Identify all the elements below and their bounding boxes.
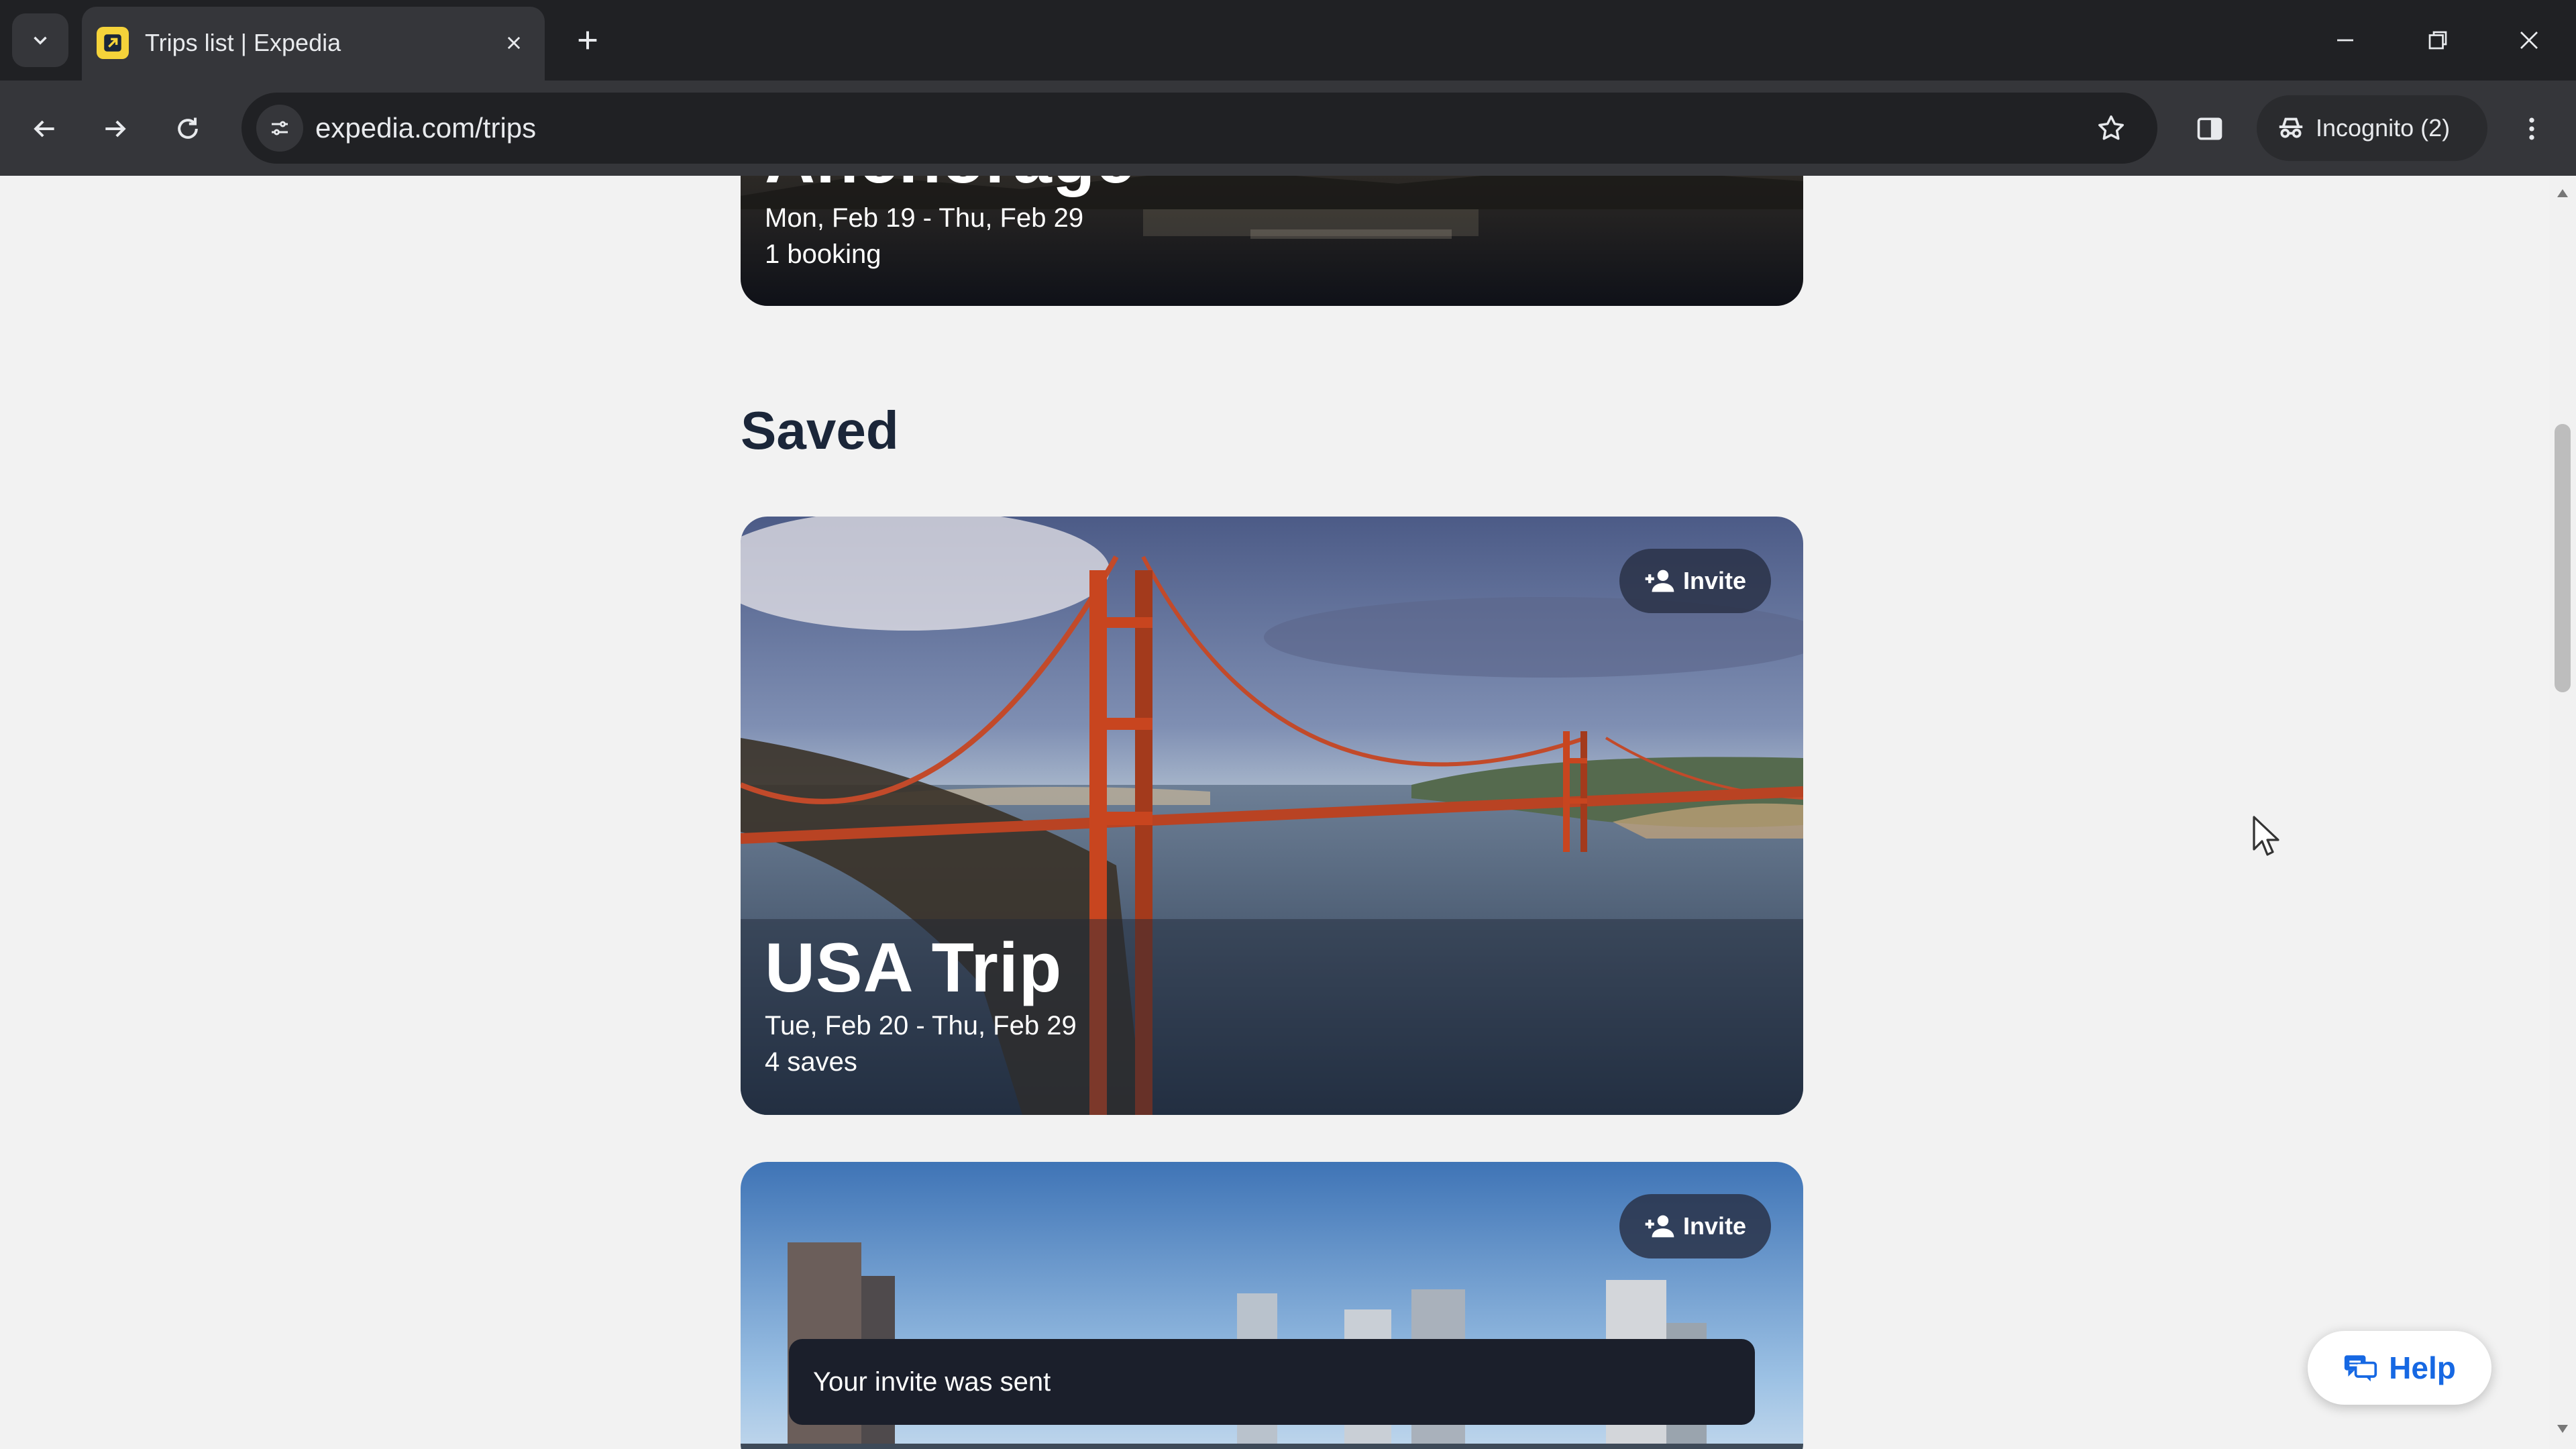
saved-section-heading: Saved [741, 400, 899, 460]
browser-tab-active[interactable]: Trips list | Expedia [82, 7, 545, 80]
page-scrollbar[interactable] [2549, 176, 2576, 1449]
invite-label: Invite [1682, 567, 1747, 594]
browser-tab-bar: Trips list | Expedia [0, 0, 2576, 80]
side-panel-button[interactable] [2184, 103, 2235, 154]
scrollbar-thumb[interactable] [2555, 424, 2571, 692]
forward-button[interactable] [90, 103, 141, 154]
tab-search-button[interactable] [12, 13, 68, 67]
invite-sent-toast: Your invite was sent [789, 1339, 1755, 1425]
arrow-right-icon [105, 120, 126, 138]
arrow-left-icon [34, 120, 54, 138]
trip-card-anchorage-text: Anchorage Mon, Feb 19 - Thu, Feb 29 1 bo… [765, 176, 1135, 272]
browser-toolbar: expedia.com/trips Incognito (2) [0, 80, 2576, 176]
browser-menu-button[interactable] [2506, 103, 2557, 154]
trip-summary: 1 booking [765, 239, 881, 269]
chat-bubbles-icon [2345, 1355, 2377, 1382]
invite-button[interactable]: Invite [1619, 549, 1771, 613]
close-tab-button[interactable] [498, 27, 530, 59]
restore-button[interactable] [2411, 13, 2465, 67]
minimize-button[interactable] [2318, 13, 2372, 67]
expedia-favicon-icon [97, 27, 129, 59]
saved-card-usa-trip[interactable]: Invite USA Trip Tue, Feb 20 - Thu, Feb 2… [741, 517, 1803, 1115]
trip-title: USA Trip [765, 929, 1063, 1007]
trip-card-anchorage[interactable]: Anchorage Mon, Feb 19 - Thu, Feb 29 1 bo… [741, 176, 1803, 306]
incognito-icon [2279, 117, 2303, 138]
close-window-button[interactable] [2502, 13, 2556, 67]
reload-icon [178, 117, 198, 139]
restore-icon [2428, 31, 2447, 50]
trip-title: Anchorage [765, 176, 1135, 196]
side-panel-icon [2197, 117, 2222, 140]
url-text[interactable]: expedia.com/trips [315, 111, 536, 145]
help-button[interactable]: Help [2308, 1331, 2491, 1405]
invite-button[interactable]: Invite [1619, 1194, 1771, 1258]
chevron-down-icon [34, 36, 47, 45]
toast-message: Your invite was sent [813, 1367, 1051, 1397]
back-button[interactable] [19, 103, 70, 154]
trip-summary: 4 saves [765, 1047, 857, 1077]
plus-icon [578, 31, 597, 50]
trips-page: Anchorage Mon, Feb 19 - Thu, Feb 29 1 bo… [0, 176, 2549, 1449]
site-info-button[interactable] [256, 105, 303, 152]
incognito-label: Incognito (2) [2316, 114, 2451, 142]
close-icon [2520, 32, 2538, 49]
tune-icon [272, 121, 288, 136]
add-person-icon [1645, 1215, 1674, 1238]
invite-label: Invite [1682, 1212, 1747, 1240]
tab-title: Trips list | Expedia [145, 29, 341, 56]
mouse-pointer-icon [2253, 816, 2279, 856]
trip-dates: Tue, Feb 20 - Thu, Feb 29 [765, 1011, 1077, 1040]
trip-dates: Mon, Feb 19 - Thu, Feb 29 [765, 203, 1084, 233]
kebab-menu-icon [2529, 117, 2534, 140]
new-tab-button[interactable] [568, 20, 608, 60]
address-bar[interactable]: expedia.com/trips [241, 93, 2157, 164]
incognito-indicator[interactable]: Incognito (2) [2257, 95, 2487, 161]
minimize-icon [2337, 39, 2353, 42]
close-icon [507, 36, 521, 50]
reload-button[interactable] [162, 103, 213, 154]
help-label: Help [2389, 1350, 2456, 1385]
scroll-down-arrow-icon[interactable] [2557, 1425, 2568, 1433]
bookmark-button[interactable] [2092, 109, 2131, 148]
add-person-icon [1645, 570, 1674, 592]
saved-card-usa-trip-text: USA Trip Tue, Feb 20 - Thu, Feb 29 4 sav… [765, 931, 1077, 1080]
scroll-up-arrow-icon[interactable] [2557, 189, 2568, 197]
star-icon [2098, 115, 2124, 140]
